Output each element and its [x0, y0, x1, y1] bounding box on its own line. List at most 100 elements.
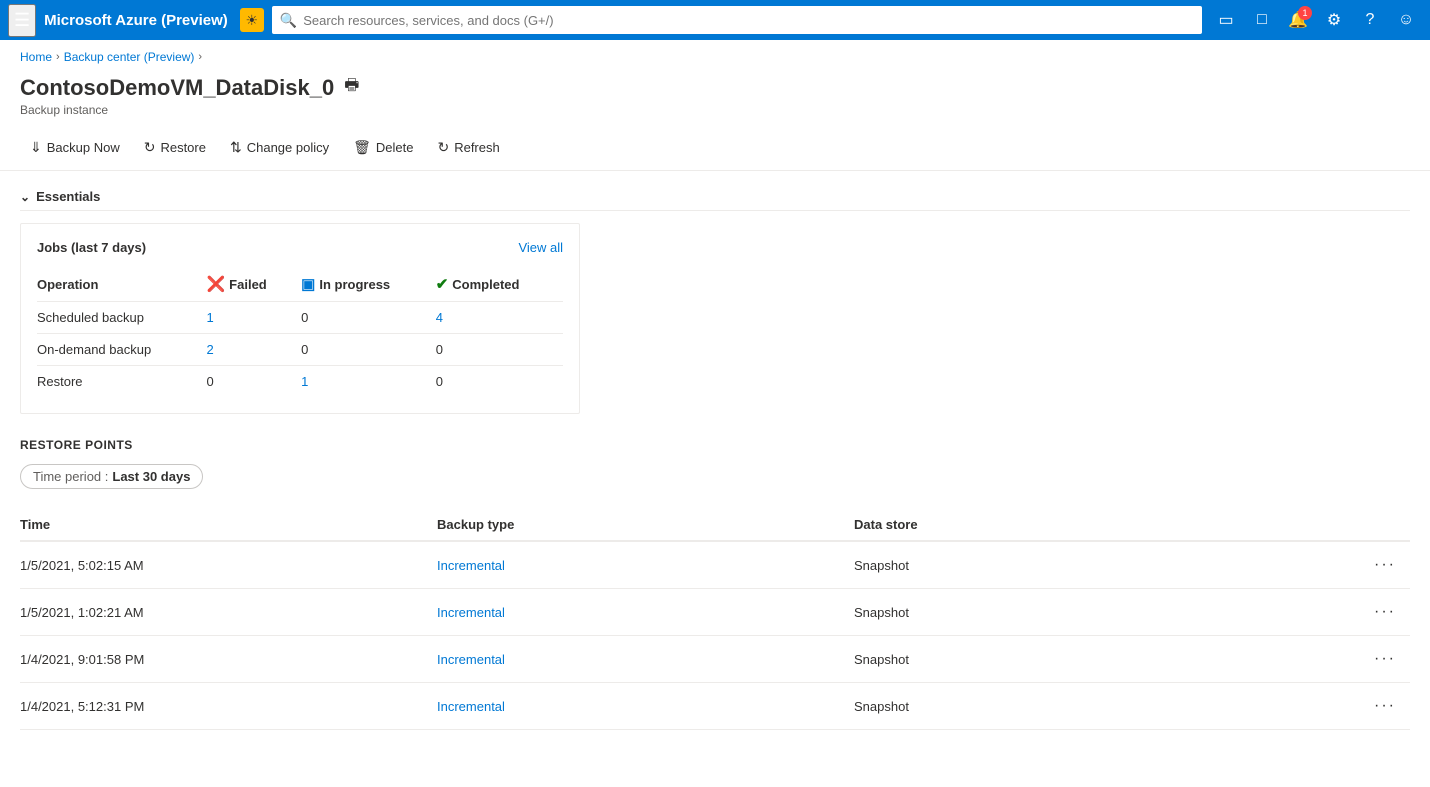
jobs-inprogress: 0 — [301, 334, 436, 366]
jobs-row: Scheduled backup1 04 — [37, 302, 563, 334]
essentials-toggle[interactable]: ⌄ Essentials — [20, 183, 1410, 211]
rp-data-store: Snapshot — [854, 683, 1271, 730]
jobs-failed: 0 — [206, 366, 301, 398]
notifications-button[interactable]: 🔔 1 — [1282, 4, 1314, 36]
inprogress-status-icon: ▣ — [301, 275, 315, 293]
restore-points-title: RESTORE POINTS — [20, 438, 1410, 452]
feedback-button[interactable]: □ — [1246, 4, 1278, 36]
restore-button[interactable]: ↻ Restore — [134, 133, 216, 162]
breadcrumb: Home › Backup center (Preview) › — [0, 40, 1430, 70]
jobs-operation: Scheduled backup — [37, 302, 206, 334]
rp-data-store: Snapshot — [854, 589, 1271, 636]
rp-type-link[interactable]: Incremental — [437, 652, 505, 667]
jobs-inprogress: 1 — [301, 366, 436, 398]
essentials-label: Essentials — [36, 189, 100, 204]
rp-col-actions — [1271, 509, 1410, 541]
refresh-button[interactable]: ↻ Refresh — [427, 133, 509, 162]
change-policy-button[interactable]: ⇅ Change policy — [220, 133, 339, 162]
jobs-inprogress: 0 — [301, 302, 436, 334]
breadcrumb-backup-center[interactable]: Backup center (Preview) — [64, 50, 195, 64]
profile-button[interactable]: ☺ — [1390, 4, 1422, 36]
rp-backup-type[interactable]: Incremental — [437, 541, 854, 589]
rp-type-link[interactable]: Incremental — [437, 558, 505, 573]
essentials-chevron-icon: ⌄ — [20, 190, 30, 204]
jobs-header: Jobs (last 7 days) View all — [37, 240, 563, 255]
rp-time: 1/4/2021, 9:01:58 PM — [20, 636, 437, 683]
print-icon[interactable]: 🖶 — [344, 74, 359, 101]
jobs-failed[interactable]: 1 — [206, 302, 301, 334]
rp-col-type: Backup type — [437, 509, 854, 541]
rp-time: 1/4/2021, 5:12:31 PM — [20, 683, 437, 730]
backup-now-label: Backup Now — [47, 140, 120, 155]
delete-label: Delete — [376, 140, 414, 155]
search-bar[interactable]: 🔍 — [272, 6, 1202, 34]
rp-ellipsis-button[interactable]: ··· — [1368, 648, 1402, 670]
page-subtitle: Backup instance — [20, 103, 1410, 117]
rp-row-actions: ··· — [1271, 683, 1410, 730]
view-all-link[interactable]: View all — [518, 240, 563, 255]
rp-backup-type[interactable]: Incremental — [437, 636, 854, 683]
hamburger-menu-button[interactable]: ☰ — [8, 4, 36, 37]
backup-now-button[interactable]: ⇓ Backup Now — [20, 133, 130, 162]
time-period-value: Last 30 days — [112, 469, 190, 484]
breadcrumb-sep-2: › — [198, 51, 202, 63]
rp-data-store: Snapshot — [854, 541, 1271, 589]
jobs-row: On-demand backup200 — [37, 334, 563, 366]
breadcrumb-home[interactable]: Home — [20, 50, 52, 64]
rp-data-store: Snapshot — [854, 636, 1271, 683]
rp-backup-type[interactable]: Incremental — [437, 683, 854, 730]
app-title: Microsoft Azure (Preview) — [44, 12, 228, 29]
notification-count: 1 — [1298, 6, 1312, 20]
jobs-operation: Restore — [37, 366, 206, 398]
col-completed: ✔ Completed — [436, 269, 563, 302]
page-title: ContosoDemoVM_DataDisk_0 — [20, 75, 334, 101]
restore-points-table: Time Backup type Data store 1/5/2021, 5:… — [20, 509, 1410, 730]
rp-row-actions: ··· — [1271, 541, 1410, 589]
toolbar: ⇓ Backup Now ↻ Restore ⇅ Change policy 🗑… — [0, 125, 1430, 171]
jobs-table: Operation ❌ Failed ▣ In progress — [37, 269, 563, 397]
jobs-inprogress-link[interactable]: 1 — [301, 374, 308, 389]
azure-icon: ☀ — [240, 8, 264, 32]
jobs-completed: 4 — [436, 302, 563, 334]
delete-icon: 🗑 — [353, 139, 371, 156]
search-icon: 🔍 — [280, 12, 297, 29]
refresh-label: Refresh — [454, 140, 500, 155]
delete-button[interactable]: 🗑 Delete — [343, 133, 423, 162]
change-policy-icon: ⇅ — [230, 139, 242, 156]
breadcrumb-sep-1: › — [56, 51, 60, 63]
rp-col-store: Data store — [854, 509, 1271, 541]
rp-col-time: Time — [20, 509, 437, 541]
jobs-failed[interactable]: 2 — [206, 334, 301, 366]
backup-now-icon: ⇓ — [30, 139, 42, 156]
jobs-completed-link[interactable]: 4 — [436, 310, 443, 325]
jobs-completed: 0 — [436, 334, 563, 366]
restore-point-row: 1/5/2021, 1:02:21 AMIncrementalSnapshot·… — [20, 589, 1410, 636]
jobs-completed: 0 — [436, 366, 563, 398]
restore-point-row: 1/4/2021, 9:01:58 PMIncremental Snapshot ·… — [20, 636, 1410, 683]
restore-point-row: 1/4/2021, 5:12:31 PMIncremental Snapshot ·… — [20, 683, 1410, 730]
col-inprogress: ▣ In progress — [301, 269, 436, 302]
jobs-card: Jobs (last 7 days) View all Operation ❌ … — [20, 223, 580, 414]
search-input[interactable] — [303, 13, 1194, 28]
restore-label: Restore — [160, 140, 206, 155]
failed-status-icon: ❌ — [206, 275, 225, 293]
jobs-row: Restore010 — [37, 366, 563, 398]
restore-point-row: 1/5/2021, 5:02:15 AMIncremental Snapshot ·… — [20, 541, 1410, 589]
settings-button[interactable]: ⚙ — [1318, 4, 1350, 36]
col-failed: ❌ Failed — [206, 269, 301, 302]
time-period-label: Time period : — [33, 469, 108, 484]
time-period-filter[interactable]: Time period : Last 30 days — [20, 464, 203, 489]
terminal-button[interactable]: ▭ — [1210, 4, 1242, 36]
jobs-failed-link[interactable]: 2 — [206, 342, 213, 357]
rp-ellipsis-button[interactable]: ··· — [1368, 554, 1402, 576]
jobs-failed-link[interactable]: 1 — [206, 310, 213, 325]
rp-type-link[interactable]: Incremental — [437, 605, 505, 620]
rp-backup-type[interactable]: Incremental — [437, 589, 854, 636]
rp-ellipsis-button[interactable]: ··· — [1368, 695, 1402, 717]
help-button[interactable]: ? — [1354, 4, 1386, 36]
rp-ellipsis-button[interactable]: ··· — [1368, 601, 1402, 623]
rp-type-link[interactable]: Incremental — [437, 699, 505, 714]
completed-status-icon: ✔ — [436, 275, 449, 293]
change-policy-label: Change policy — [247, 140, 329, 155]
rp-time: 1/5/2021, 5:02:15 AM — [20, 541, 437, 589]
